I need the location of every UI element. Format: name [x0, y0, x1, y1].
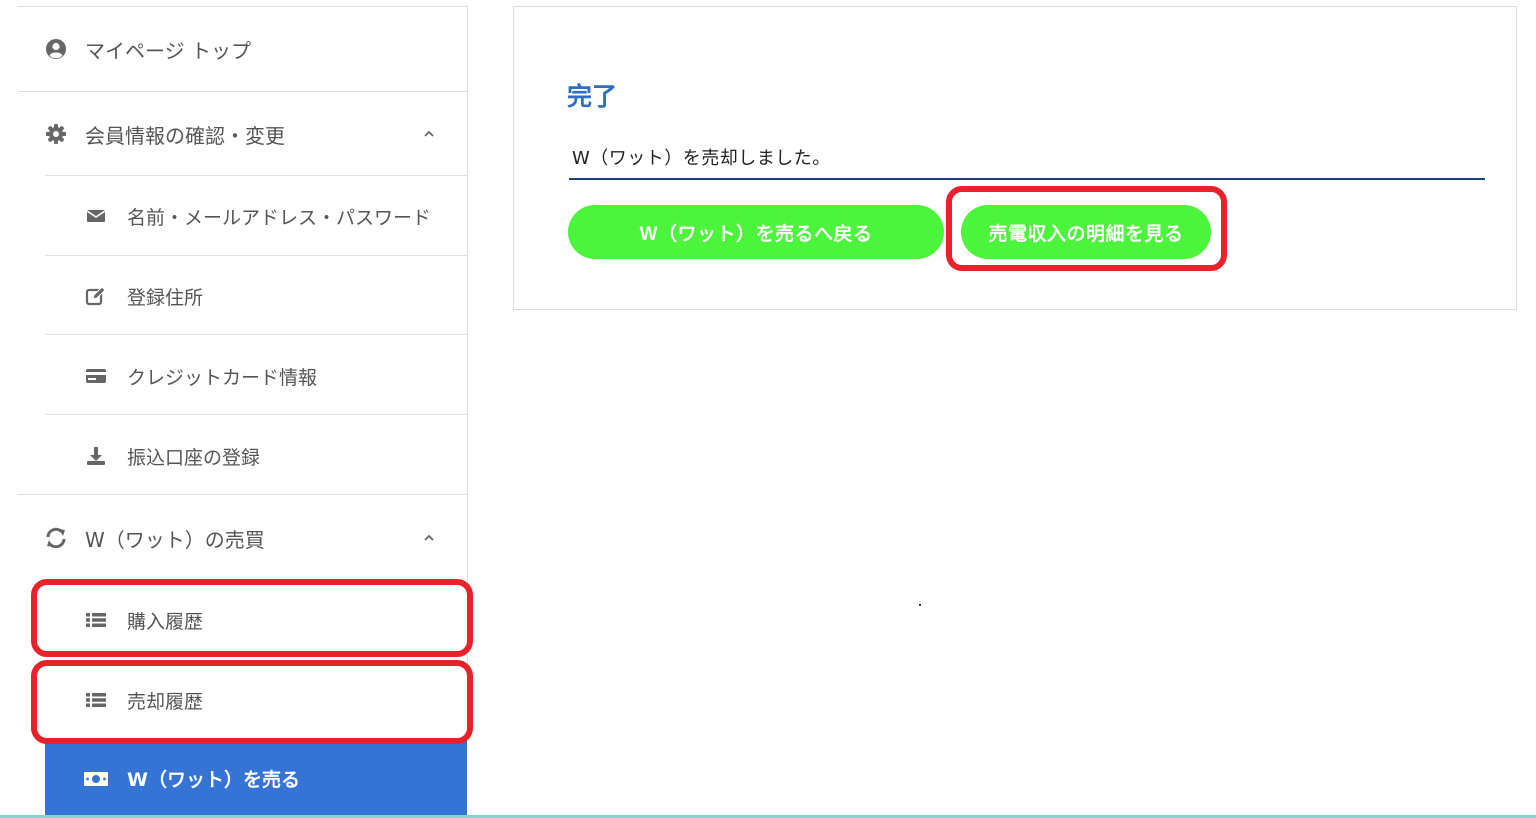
- sidebar-item-sale-history[interactable]: 売却履歴: [45, 675, 467, 725]
- envelope-icon: [83, 203, 109, 229]
- sidebar-item-purchase-history[interactable]: 購入履歴: [45, 595, 467, 645]
- list-icon: [83, 687, 109, 713]
- credit-card-icon: [83, 363, 109, 389]
- view-sales-detail-button[interactable]: 売電収入の明細を見る: [961, 205, 1211, 259]
- sidebar-item-bank-account[interactable]: 振込口座の登録: [45, 431, 467, 481]
- sidebar-item-label: 売却履歴: [127, 690, 204, 713]
- sidebar-item-watt-trade[interactable]: W（ワット）の売買: [18, 513, 467, 563]
- list-icon: [83, 607, 109, 633]
- sidebar-item-credit-card[interactable]: クレジットカード情報: [45, 351, 467, 401]
- page-title: 完了: [567, 82, 618, 111]
- sidebar-item-label: 登録住所: [127, 286, 204, 309]
- chevron-up-icon: [424, 534, 434, 541]
- sidebar-item-name-mail-password[interactable]: 名前・メールアドレス・パスワード: [45, 191, 467, 241]
- user-circle-icon: [43, 36, 69, 62]
- sidebar-item-registered-address[interactable]: 登録住所: [45, 271, 467, 321]
- sidebar-item-label: 名前・メールアドレス・パスワード: [127, 206, 432, 229]
- money-bill-icon: [83, 766, 109, 792]
- divider: [18, 91, 468, 92]
- refresh-icon: [43, 525, 69, 551]
- divider: [45, 175, 468, 176]
- chevron-up-icon: [424, 130, 434, 137]
- completion-card: 完了 W（ワット）を売却しました。 W（ワット）を売るへ戻る 売電収入の明細を見…: [513, 6, 1517, 310]
- sidebar-item-member-info[interactable]: 会員情報の確認・変更: [18, 109, 467, 159]
- sidebar-nav: マイページ トップ 会員情報の確認・変更 名前・メールアドレス・パスワード 登録…: [18, 6, 468, 818]
- sidebar-item-label: 会員情報の確認・変更: [85, 123, 285, 148]
- divider: [18, 494, 468, 495]
- sidebar-item-label: 振込口座の登録: [127, 446, 261, 469]
- gear-icon: [43, 121, 69, 147]
- sidebar-item-sell-watt[interactable]: W（ワット）を売る: [45, 739, 467, 818]
- divider: [569, 178, 1485, 180]
- download-icon: [83, 443, 109, 469]
- sidebar-item-label: W（ワット）を売る: [127, 769, 300, 791]
- sidebar-item-label: マイページ トップ: [85, 38, 251, 63]
- edit-icon: [83, 283, 109, 309]
- divider: [45, 414, 468, 415]
- divider: [45, 334, 468, 335]
- back-to-sell-button[interactable]: W（ワット）を売るへ戻る: [568, 205, 944, 259]
- sidebar-item-label: 購入履歴: [127, 610, 204, 633]
- stray-dot: [919, 604, 921, 606]
- completion-message: W（ワット）を売却しました。: [572, 148, 831, 169]
- divider: [45, 255, 468, 256]
- sidebar-border: [467, 6, 468, 739]
- sidebar-item-label: クレジットカード情報: [127, 366, 318, 389]
- sidebar-item-mypage-top[interactable]: マイページ トップ: [18, 24, 467, 74]
- sidebar-divider: [18, 6, 468, 7]
- sidebar-item-label: W（ワット）の売買: [85, 527, 265, 552]
